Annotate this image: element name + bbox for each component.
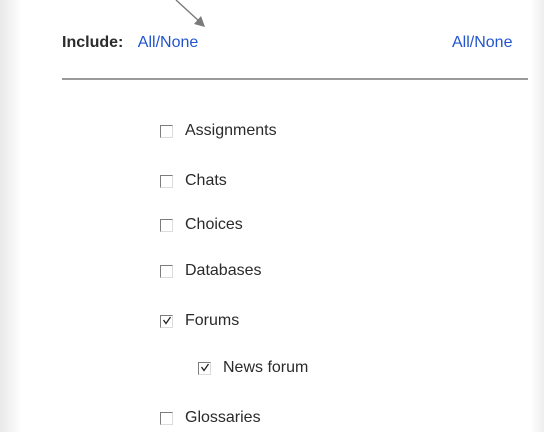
checkmark-icon	[200, 363, 210, 372]
item-label: Forums	[185, 312, 240, 329]
item-label: Assignments	[185, 122, 277, 139]
divider	[62, 78, 528, 80]
annotation-arrow-icon	[175, 0, 205, 27]
item-label: Chats	[185, 172, 227, 189]
item-label: Databases	[185, 262, 262, 279]
chats-checkbox[interactable]	[160, 174, 173, 188]
databases-checkbox[interactable]	[160, 264, 173, 278]
list-item-forums: Forums	[160, 312, 239, 330]
forums-checkbox[interactable]	[160, 314, 173, 328]
list-item-choices: Choices	[160, 216, 243, 234]
checkmark-icon	[162, 316, 172, 325]
all-none-link-right[interactable]: All/None	[452, 34, 512, 52]
item-label: Glossaries	[185, 409, 261, 426]
list-item-databases: Databases	[160, 262, 262, 280]
include-row: Include: All/None	[62, 34, 198, 52]
item-label: Choices	[185, 216, 243, 233]
news-forum-checkbox[interactable]	[198, 361, 211, 375]
list-item-glossaries: Glossaries	[160, 409, 261, 427]
list-item-assignments: Assignments	[160, 122, 277, 140]
right-edge-shadow	[530, 0, 544, 432]
item-label: News forum	[223, 359, 309, 376]
left-edge-shadow	[0, 0, 22, 432]
glossaries-checkbox[interactable]	[160, 411, 173, 425]
list-item-chats: Chats	[160, 172, 227, 190]
backup-include-panel: Include: All/None All/None Assignments C…	[0, 0, 544, 432]
all-none-link-left[interactable]: All/None	[138, 34, 198, 51]
assignments-checkbox[interactable]	[160, 124, 173, 138]
include-label: Include:	[62, 34, 124, 51]
list-item-news-forum: News forum	[198, 359, 308, 377]
choices-checkbox[interactable]	[160, 218, 173, 232]
